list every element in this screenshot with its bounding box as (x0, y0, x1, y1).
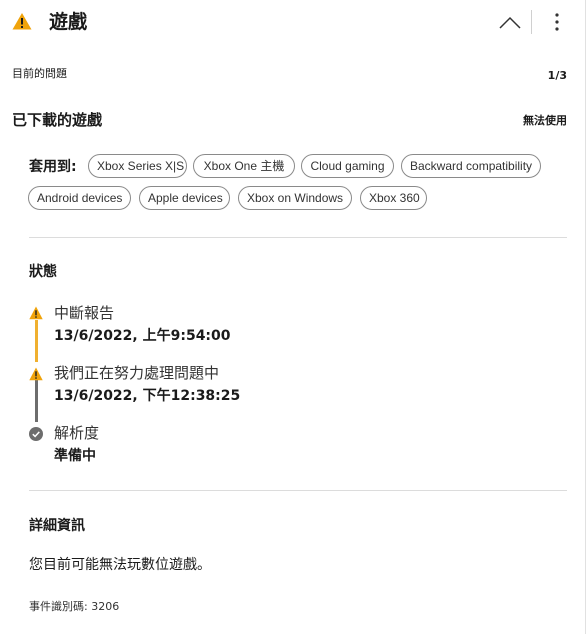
timeline-item-title: 中斷報告 (54, 304, 115, 322)
tag-apple-devices[interactable]: Apple devices (139, 186, 230, 210)
status-badge: 無法使用 (523, 114, 567, 127)
timeline-item-status: 準備中 (54, 448, 96, 464)
timeline-item-title: 解析度 (54, 424, 100, 442)
issue-count: 1/3 (547, 69, 567, 82)
status-heading: 狀態 (29, 264, 57, 280)
tag-xbox-one[interactable]: Xbox One 主機 (193, 154, 295, 178)
tag-xbox-series[interactable]: Xbox Series X|S (88, 154, 187, 178)
tag-xbox-360[interactable]: Xbox 360 (360, 186, 427, 210)
current-issue-label: 目前的問題 (12, 67, 67, 80)
tag-android-devices[interactable]: Android devices (28, 186, 131, 210)
warning-icon (29, 305, 43, 320)
chevron-up-icon[interactable] (496, 8, 524, 36)
event-id: 事件識別碼: 3206 (29, 600, 120, 613)
warning-icon (29, 366, 43, 381)
warning-icon (12, 12, 32, 30)
issue-title: 已下載的遊戲 (12, 111, 103, 129)
page-title: 遊戲 (49, 11, 88, 33)
timeline-item-timestamp: 13/6/2022, 下午12:38:25 (54, 388, 241, 404)
check-circle-icon (29, 426, 43, 441)
timeline-connector (35, 380, 38, 422)
tag-backward-compatibility[interactable]: Backward compatibility (401, 154, 541, 178)
timeline-item-timestamp: 13/6/2022, 上午9:54:00 (54, 328, 231, 344)
tag-cloud-gaming[interactable]: Cloud gaming (301, 154, 394, 178)
timeline-connector (35, 320, 38, 362)
details-text: 您目前可能無法玩數位遊戲。 (29, 557, 211, 573)
panel-header: 遊戲 (0, 0, 585, 44)
divider (29, 237, 567, 238)
divider (29, 490, 567, 491)
more-vertical-icon[interactable] (546, 8, 568, 36)
timeline-item-title: 我們正在努力處理問題中 (54, 364, 220, 382)
header-divider (531, 10, 532, 34)
details-heading: 詳細資訊 (29, 518, 85, 534)
tag-xbox-on-windows[interactable]: Xbox on Windows (238, 186, 352, 210)
applies-to-label: 套用到: (29, 159, 77, 175)
